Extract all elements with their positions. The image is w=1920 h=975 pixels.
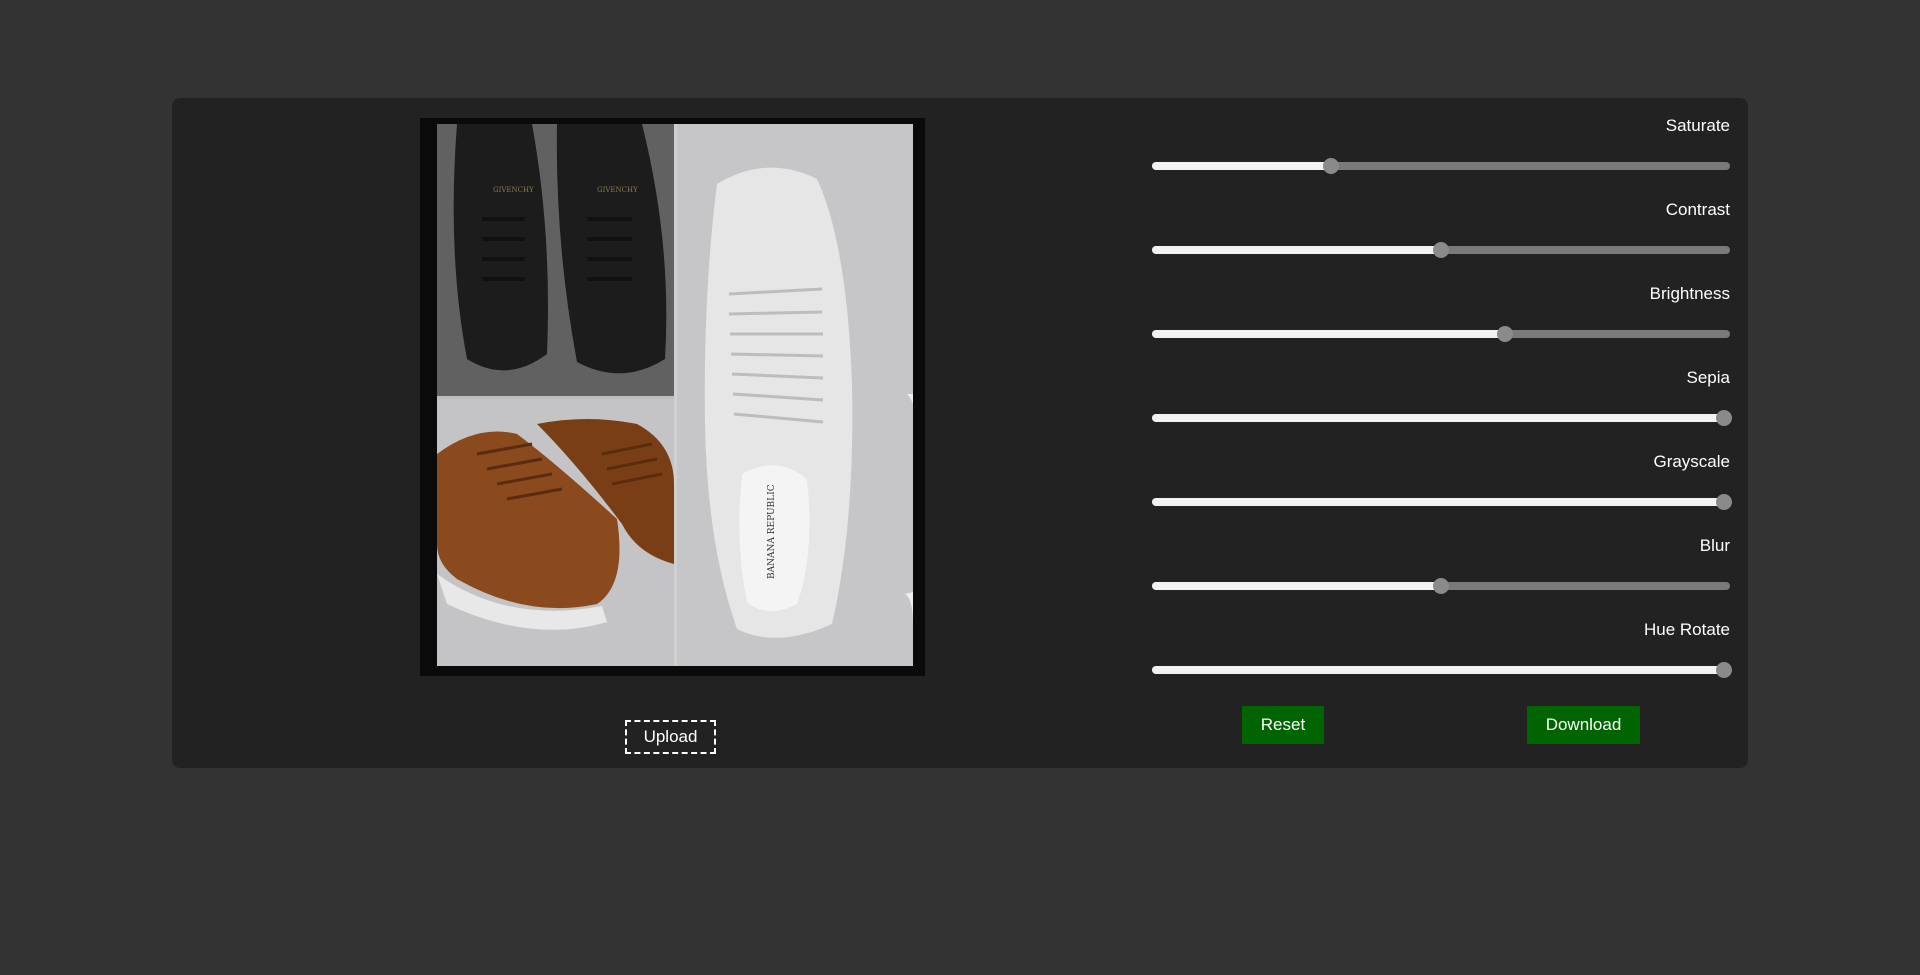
brand-text-right: GIVENCHY — [597, 186, 638, 194]
contrast-slider-fill — [1152, 246, 1441, 254]
reset-button[interactable]: Reset — [1242, 706, 1324, 744]
brightness-label: Brightness — [1649, 284, 1730, 303]
image-preview-frame: GIVENCHY GIVENCHY BANANA REPUBLIC — [420, 118, 925, 676]
hue-rotate-slider-thumb[interactable] — [1716, 662, 1733, 678]
insole-brand-text: BANANA REPUBLIC — [767, 484, 777, 579]
blur-slider-thumb[interactable] — [1433, 578, 1449, 594]
hue-rotate-slider-fill — [1152, 666, 1725, 674]
contrast-slider-thumb[interactable] — [1433, 242, 1449, 258]
blur-slider[interactable] — [1152, 578, 1730, 594]
sneaker-collage-image: GIVENCHY GIVENCHY BANANA REPUBLIC — [437, 124, 913, 666]
upload-button[interactable]: Upload — [625, 720, 716, 754]
brand-text-left: GIVENCHY — [493, 186, 534, 194]
sepia-slider-fill — [1152, 414, 1725, 422]
sepia-label: Sepia — [1686, 368, 1730, 387]
hue-rotate-label: Hue Rotate — [1644, 620, 1730, 639]
brightness-slider-thumb[interactable] — [1496, 326, 1513, 342]
blur-slider-fill — [1152, 582, 1441, 590]
saturate-slider-fill — [1152, 162, 1332, 170]
sepia-control: Sepia — [1152, 350, 1733, 434]
sepia-slider[interactable] — [1152, 410, 1733, 426]
hue-rotate-slider[interactable] — [1152, 662, 1733, 678]
brightness-control: Brightness — [1152, 266, 1730, 350]
hue-rotate-control: Hue Rotate — [1152, 602, 1733, 686]
blur-control: Blur — [1152, 518, 1730, 602]
saturate-label: Saturate — [1665, 116, 1730, 135]
sepia-slider-thumb[interactable] — [1716, 410, 1733, 426]
grayscale-control: Grayscale — [1152, 434, 1733, 518]
contrast-slider[interactable] — [1152, 242, 1730, 258]
editor-panel: GIVENCHY GIVENCHY BANANA REPUBLIC Upload… — [172, 98, 1748, 768]
grayscale-slider[interactable] — [1152, 494, 1733, 510]
brightness-slider-fill — [1152, 330, 1505, 338]
saturate-slider-thumb[interactable] — [1323, 158, 1340, 174]
saturate-slider[interactable] — [1152, 158, 1730, 174]
blur-label: Blur — [1699, 536, 1730, 555]
filter-controls: Saturate Contrast Brightness Sepia Grays… — [1152, 98, 1733, 768]
grayscale-slider-thumb[interactable] — [1716, 494, 1733, 510]
contrast-label: Contrast — [1665, 200, 1730, 219]
grayscale-slider-fill — [1152, 498, 1725, 506]
download-button[interactable]: Download — [1527, 706, 1640, 744]
grayscale-label: Grayscale — [1653, 452, 1730, 471]
image-preview: GIVENCHY GIVENCHY BANANA REPUBLIC — [437, 124, 913, 666]
contrast-control: Contrast — [1152, 182, 1730, 266]
brightness-slider[interactable] — [1152, 326, 1730, 342]
saturate-control: Saturate — [1152, 98, 1730, 182]
